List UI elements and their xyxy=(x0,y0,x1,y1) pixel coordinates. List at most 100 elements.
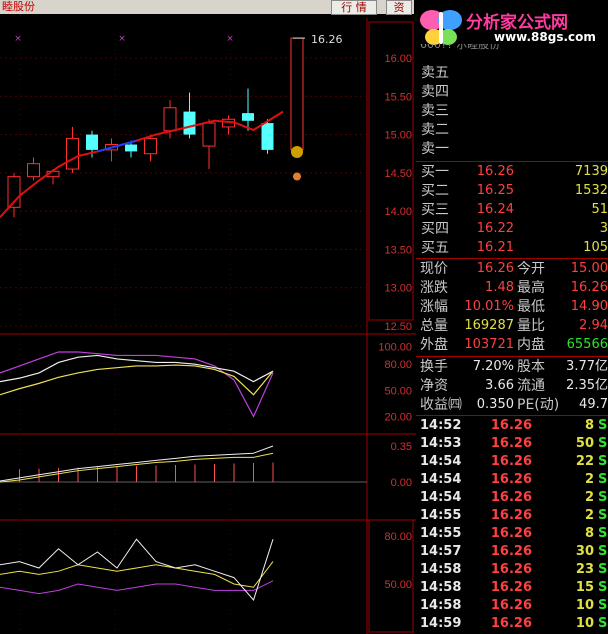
tick-row[interactable]: 14:53 16.26 50 S xyxy=(416,435,608,453)
finance-value: 3.77亿 xyxy=(566,359,608,374)
ma-line xyxy=(0,110,284,218)
tick-row[interactable]: 14:58 16.26 23 S xyxy=(416,561,608,579)
tick-side: S xyxy=(598,526,608,541)
sell-level-label: 卖二 xyxy=(421,122,449,138)
tick-time: 14:59 xyxy=(420,616,462,631)
tab-data[interactable]: 资 xyxy=(386,0,412,15)
finance-label: PE(动) xyxy=(517,397,560,413)
sell-level: 卖三 xyxy=(416,102,608,120)
sell-level: 卖四 xyxy=(416,83,608,101)
tick-price: 16.26 xyxy=(490,544,532,559)
tick-side: S xyxy=(598,472,608,487)
candle-body-down xyxy=(125,144,137,152)
buy-level-label: 买五 xyxy=(421,240,449,256)
quote-row: 涨幅 10.01% 最低 14.90 xyxy=(416,298,608,316)
tick-side: S xyxy=(598,508,608,523)
chart-axis-labels: 16.00 15.50 15.00 14.50 14.00 13.50 13.00 12.50… xyxy=(378,53,412,591)
quote-label: 最高 xyxy=(517,280,545,296)
buy-level-price: 16.21 xyxy=(476,240,514,255)
tick-price: 16.26 xyxy=(490,526,532,541)
marker-cross: × xyxy=(14,34,22,44)
tick-row[interactable]: 14:58 16.26 10 S xyxy=(416,597,608,615)
osc2-tick-label: 0.35 xyxy=(391,441,412,453)
tick-time: 14:53 xyxy=(420,436,462,451)
quote-panel: 600?? 尔睦股份 卖五 卖四 卖三 卖二 卖一 买一 16.26 7139 买二 16.25… xyxy=(416,44,608,634)
quote-label: 内盘 xyxy=(517,337,545,353)
tick-time: 14:58 xyxy=(420,562,462,577)
chart-grid: × × × xyxy=(0,18,416,634)
quote-label: 最低 xyxy=(517,299,545,315)
tick-row[interactable]: 14:54 16.26 2 S xyxy=(416,489,608,507)
osc1-line-d xyxy=(0,364,274,396)
quote-label: 涨幅 xyxy=(420,299,448,315)
tick-row[interactable]: 14:52 16.26 8 S xyxy=(416,417,608,435)
money-bag-icon xyxy=(291,146,303,159)
buy-level: 买二 16.25 1532 xyxy=(416,182,608,200)
price-tick-label: 14.50 xyxy=(384,168,412,180)
quote-value: 169287 xyxy=(464,318,514,333)
buy-level-volume: 7139 xyxy=(574,164,608,179)
quote-value: 65566 xyxy=(566,337,608,352)
price-tick-label: 13.00 xyxy=(384,283,412,295)
quote-row: 涨跌 1.48 最高 16.26 xyxy=(416,279,608,297)
finance-value: 7.20% xyxy=(472,359,514,374)
osc3-tick-label: 50.00 xyxy=(384,579,412,591)
tick-side: S xyxy=(598,490,608,505)
tick-side: S xyxy=(598,616,608,631)
tick-row[interactable]: 14:55 16.26 2 S xyxy=(416,507,608,525)
osc1-tick-label: 80.00 xyxy=(384,359,412,371)
quote-value: 16.26 xyxy=(476,261,514,276)
price-tick-label: 13.50 xyxy=(384,244,412,256)
tick-volume: 2 xyxy=(584,490,594,505)
finance-row: 换手 7.20% 股本 3.77亿 xyxy=(416,358,608,376)
tick-price: 16.26 xyxy=(490,598,532,613)
chart-area[interactable]: × × × 16.26 16.00 15.50 15.00 14.50 14.00 13.50… xyxy=(0,14,416,634)
tick-volume: 50 xyxy=(575,436,594,451)
tick-price: 16.26 xyxy=(490,508,532,523)
osc1-line-k xyxy=(0,354,274,383)
osc1-tick-label: 50.00 xyxy=(384,385,412,397)
quote-value: 2.94 xyxy=(579,318,608,333)
osc2-tick-label: 0.00 xyxy=(391,477,412,489)
quote-label: 量比 xyxy=(517,318,545,334)
tick-side: S xyxy=(598,454,608,469)
buy-level-price: 16.25 xyxy=(476,183,514,198)
tick-volume: 10 xyxy=(575,598,594,613)
quote-row: 现价 16.26 今开 15.00 xyxy=(416,260,608,278)
candle-body-up xyxy=(202,122,216,147)
tick-row[interactable]: 14:58 16.26 15 S xyxy=(416,579,608,597)
tick-row[interactable]: 14:55 16.26 8 S xyxy=(416,525,608,543)
buy-level: 买三 16.24 51 xyxy=(416,201,608,219)
tick-time: 14:55 xyxy=(420,508,462,523)
quote-row: 外盘 103721 内盘 65566 xyxy=(416,336,608,354)
logo-url: www.88gs.com xyxy=(494,30,596,44)
tick-row[interactable]: 14:54 16.26 2 S xyxy=(416,471,608,489)
buy-level-volume: 1532 xyxy=(574,183,608,198)
buy-level-price: 16.22 xyxy=(476,221,514,236)
tick-row[interactable]: 14:57 16.26 30 S xyxy=(416,543,608,561)
price-tick-label: 15.50 xyxy=(384,91,412,103)
quote-label: 外盘 xyxy=(420,337,448,353)
tick-volume: 30 xyxy=(575,544,594,559)
candle-body-down xyxy=(183,111,196,135)
tick-time: 14:54 xyxy=(420,490,462,505)
price-tick-label: 15.00 xyxy=(384,130,412,142)
candle-body-up xyxy=(290,37,304,151)
tick-row[interactable]: 14:59 16.26 10 S xyxy=(416,615,608,633)
finance-value: 49.7 xyxy=(579,397,608,412)
tick-price: 16.26 xyxy=(490,472,532,487)
window-title: 睦股份 xyxy=(2,0,35,13)
quote-value: 16.26 xyxy=(570,280,608,295)
buy-level-label: 买四 xyxy=(421,221,449,237)
tick-price: 16.26 xyxy=(490,562,532,577)
tick-volume: 2 xyxy=(584,472,594,487)
tick-row[interactable]: 14:54 16.26 22 S xyxy=(416,453,608,471)
quote-value: 15.00 xyxy=(570,261,608,276)
tab-quote[interactable]: 行 情 xyxy=(331,0,377,15)
tick-side: S xyxy=(598,544,608,559)
finance-label: 换手 xyxy=(420,359,448,375)
buy-level: 买四 16.22 3 xyxy=(416,220,608,238)
tick-volume: 8 xyxy=(584,526,594,541)
candle-body-up xyxy=(144,137,157,155)
sell-level: 卖二 xyxy=(416,121,608,139)
